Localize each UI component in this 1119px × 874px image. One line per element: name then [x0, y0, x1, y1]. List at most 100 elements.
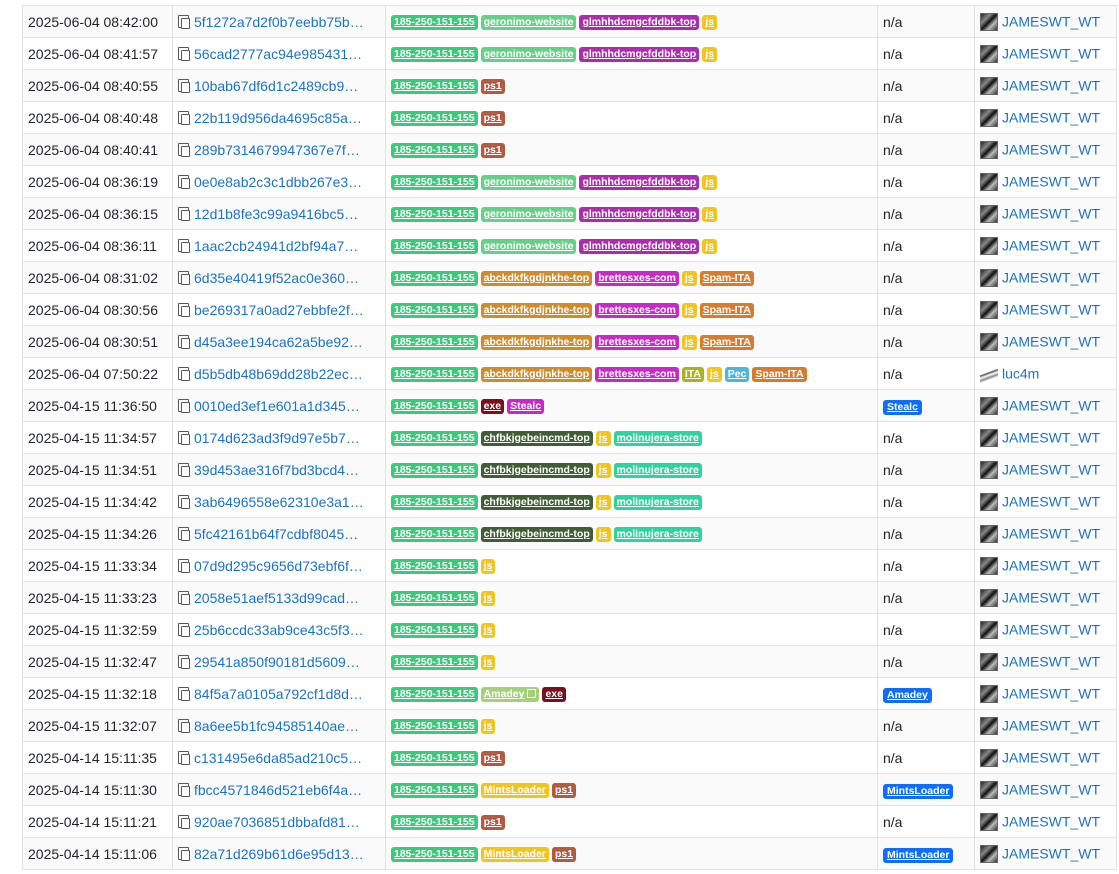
tag-badge[interactable]: abckdkfkgdjnkhe-top: [480, 366, 593, 382]
tag-badge[interactable]: 185-250-151-155: [391, 14, 478, 30]
tag-badge[interactable]: 185-250-151-155: [391, 782, 478, 798]
tag-badge[interactable]: js: [480, 622, 496, 638]
tag-badge[interactable]: molinujera-store: [613, 526, 702, 542]
reporter-link[interactable]: JAMESWT_WT: [1002, 14, 1100, 30]
tag-badge[interactable]: molinujera-store: [613, 462, 702, 478]
tag-badge[interactable]: 185-250-151-155: [391, 142, 478, 158]
tag-badge[interactable]: 185-250-151-155: [391, 558, 478, 574]
tag-badge[interactable]: js: [706, 366, 722, 382]
sha256-hash-link[interactable]: 25b6ccdc33ab9ce43c5f3…: [194, 622, 364, 638]
copy-icon[interactable]: [178, 142, 190, 157]
tag-badge[interactable]: chfbkjgebeincmd-top: [480, 462, 593, 478]
copy-icon[interactable]: [178, 110, 190, 125]
sha256-hash-link[interactable]: 1aac2cb24941d2bf94a70…: [194, 238, 364, 254]
tag-badge[interactable]: js: [480, 718, 496, 734]
tag-badge[interactable]: geronimo-website: [480, 174, 577, 190]
tag-badge[interactable]: 185-250-151-155: [391, 494, 478, 510]
signature-badge[interactable]: Stealc: [883, 399, 922, 415]
reporter-link[interactable]: JAMESWT_WT: [1002, 78, 1100, 94]
copy-icon[interactable]: [178, 334, 190, 349]
tag-badge[interactable]: chfbkjgebeincmd-top: [480, 430, 593, 446]
tag-badge[interactable]: 185-250-151-155: [391, 46, 478, 62]
sha256-hash-link[interactable]: d45a3ee194ca62a5be92…: [194, 334, 363, 350]
sha256-hash-link[interactable]: 07d9d295c9656d73ebf6f…: [194, 558, 363, 574]
tag-badge[interactable]: exe: [480, 398, 505, 414]
tag-badge[interactable]: chfbkjgebeincmd-top: [480, 494, 593, 510]
tag-badge[interactable]: Spam-ITA: [699, 270, 754, 286]
signature-badge[interactable]: Amadey: [883, 687, 932, 703]
reporter-link[interactable]: JAMESWT_WT: [1002, 206, 1100, 222]
tag-badge[interactable]: brettesxes-com: [595, 334, 679, 350]
sha256-hash-link[interactable]: 920ae7036851dbbafd81…: [194, 814, 360, 830]
sha256-hash-link[interactable]: 8a6ee5b1fc94585140aec…: [194, 718, 364, 734]
sha256-hash-link[interactable]: 0010ed3ef1e601a1d3452…: [194, 398, 364, 414]
reporter-link[interactable]: JAMESWT_WT: [1002, 46, 1100, 62]
tag-badge[interactable]: brettesxes-com: [595, 270, 679, 286]
tag-badge[interactable]: 185-250-151-155: [391, 526, 478, 542]
copy-icon[interactable]: [178, 846, 190, 861]
sha256-hash-link[interactable]: 289b7314679947367e7fc…: [194, 142, 364, 158]
reporter-link[interactable]: JAMESWT_WT: [1002, 270, 1100, 286]
tag-badge[interactable]: js: [595, 494, 611, 510]
reporter-link[interactable]: JAMESWT_WT: [1002, 526, 1100, 542]
tag-badge[interactable]: geronimo-website: [480, 238, 577, 254]
copy-icon[interactable]: [178, 238, 190, 253]
tag-badge[interactable]: js: [595, 462, 611, 478]
reporter-link[interactable]: JAMESWT_WT: [1002, 590, 1100, 606]
tag-badge[interactable]: ps1: [480, 78, 505, 94]
reporter-link[interactable]: JAMESWT_WT: [1002, 622, 1100, 638]
sha256-hash-link[interactable]: 12d1b8fe3c99a9416bc53…: [194, 206, 364, 222]
sha256-hash-link[interactable]: d5b5db48b69dd28b22ec…: [194, 366, 363, 382]
reporter-link[interactable]: JAMESWT_WT: [1002, 782, 1100, 798]
tag-badge[interactable]: MintsLoader: [480, 782, 549, 798]
tag-badge[interactable]: 185-250-151-155: [391, 686, 478, 702]
tag-badge[interactable]: 185-250-151-155: [391, 430, 478, 446]
tag-badge[interactable]: Spam-ITA: [752, 366, 807, 382]
sha256-hash-link[interactable]: 5f1272a7d2f0b7eebb75b…: [194, 14, 364, 30]
tag-badge[interactable]: Amadey: [480, 686, 540, 702]
signature-badge[interactable]: MintsLoader: [883, 847, 954, 863]
copy-icon[interactable]: [178, 590, 190, 605]
copy-icon[interactable]: [178, 46, 190, 61]
reporter-link[interactable]: JAMESWT_WT: [1002, 846, 1100, 862]
copy-icon[interactable]: [178, 174, 190, 189]
tag-badge[interactable]: 185-250-151-155: [391, 846, 478, 862]
tag-badge[interactable]: js: [480, 558, 496, 574]
copy-icon[interactable]: [178, 398, 190, 413]
tag-badge[interactable]: 185-250-151-155: [391, 590, 478, 606]
tag-badge[interactable]: js: [480, 590, 496, 606]
reporter-link[interactable]: luc4m: [1002, 366, 1039, 382]
tag-badge[interactable]: ps1: [480, 750, 505, 766]
sha256-hash-link[interactable]: 2058e51aef5133d99cadb…: [194, 590, 364, 606]
copy-icon[interactable]: [178, 462, 190, 477]
tag-badge[interactable]: js: [681, 334, 697, 350]
sha256-hash-link[interactable]: be269317a0ad27ebbfe2f…: [194, 302, 364, 318]
tag-badge[interactable]: ps1: [552, 782, 577, 798]
reporter-link[interactable]: JAMESWT_WT: [1002, 558, 1100, 574]
tag-badge[interactable]: glmhhdcmgcfddbk-top: [579, 174, 700, 190]
tag-badge[interactable]: abckdkfkgdjnkhe-top: [480, 302, 593, 318]
tag-badge[interactable]: 185-250-151-155: [391, 302, 478, 318]
tag-badge[interactable]: geronimo-website: [480, 46, 577, 62]
sha256-hash-link[interactable]: 84f5a7a0105a792cf1d8d…: [194, 686, 363, 702]
tag-badge[interactable]: 185-250-151-155: [391, 622, 478, 638]
copy-icon[interactable]: [178, 526, 190, 541]
sha256-hash-link[interactable]: c131495e6da85ad210c5…: [194, 750, 362, 766]
tag-badge[interactable]: js: [702, 238, 717, 254]
sha256-hash-link[interactable]: 82a71d269b61d6e95d13…: [194, 846, 364, 862]
tag-badge[interactable]: Stealc: [507, 398, 545, 414]
tag-badge[interactable]: 185-250-151-155: [391, 334, 478, 350]
reporter-link[interactable]: JAMESWT_WT: [1002, 110, 1100, 126]
tag-badge[interactable]: glmhhdcmgcfddbk-top: [579, 238, 700, 254]
tag-badge[interactable]: js: [681, 270, 697, 286]
copy-icon[interactable]: [178, 782, 190, 797]
sha256-hash-link[interactable]: 0174d623ad3f9d97e5b7…: [194, 430, 360, 446]
reporter-link[interactable]: JAMESWT_WT: [1002, 814, 1100, 830]
tag-badge[interactable]: 185-250-151-155: [391, 206, 478, 222]
reporter-link[interactable]: JAMESWT_WT: [1002, 750, 1100, 766]
tag-badge[interactable]: 185-250-151-155: [391, 238, 478, 254]
tag-badge[interactable]: chfbkjgebeincmd-top: [480, 526, 593, 542]
tag-badge[interactable]: ps1: [480, 142, 505, 158]
copy-icon[interactable]: [178, 750, 190, 765]
copy-icon[interactable]: [178, 366, 190, 381]
